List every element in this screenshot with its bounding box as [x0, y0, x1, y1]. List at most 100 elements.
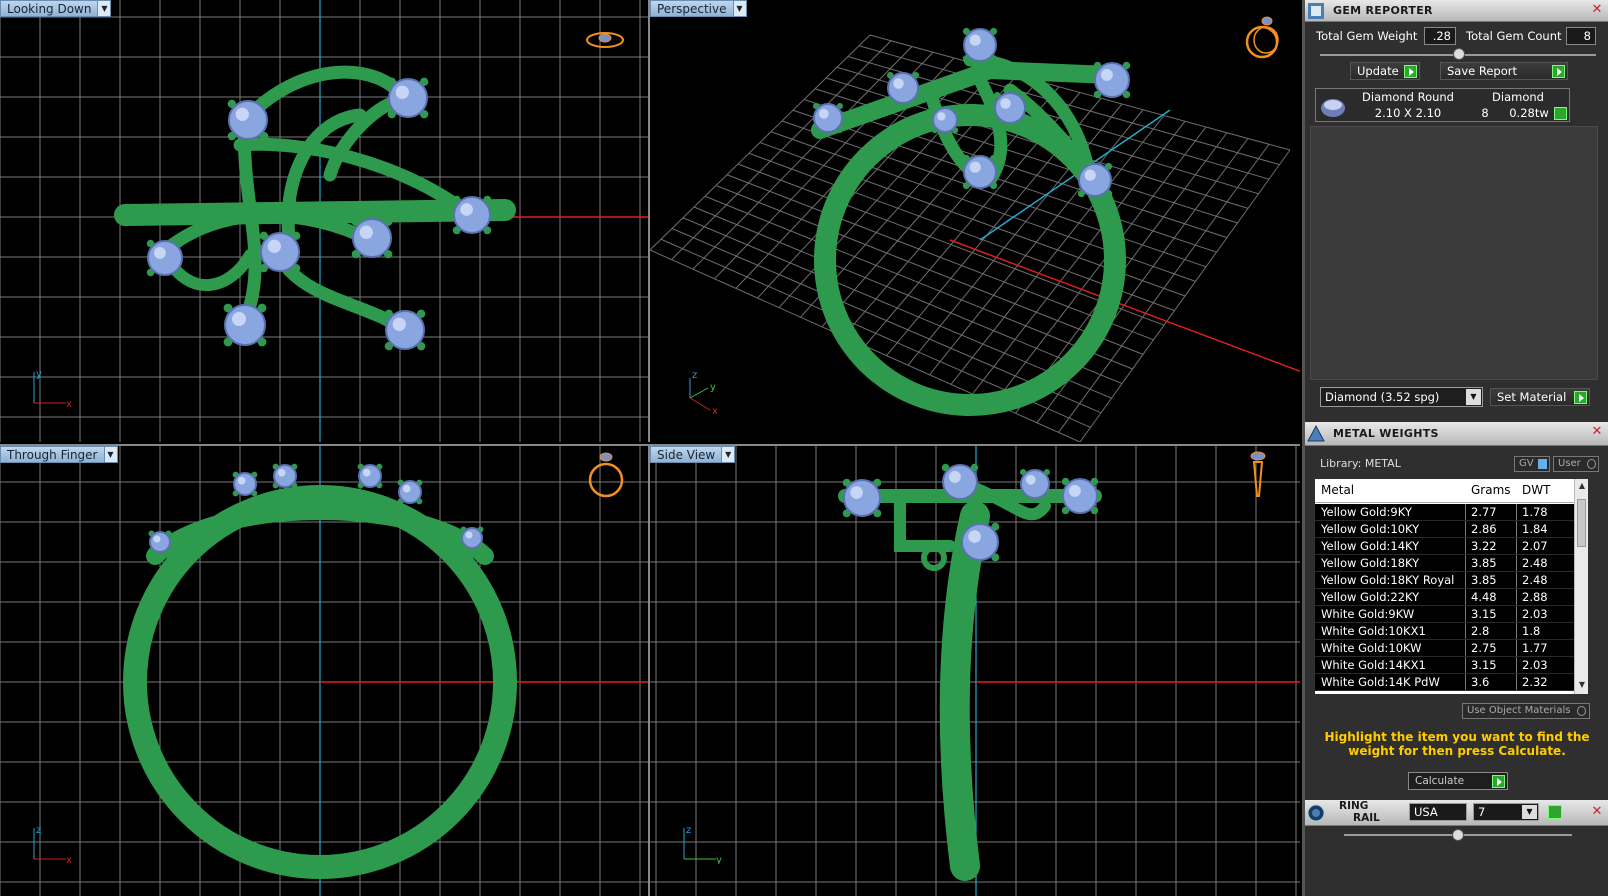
metal-name: Yellow Gold:9KY [1321, 505, 1412, 519]
ring-rail-header: RING RAIL USA 7 ▼ ✕ [1305, 800, 1608, 826]
metal-table-row[interactable]: White Gold:14KX1 3.15 2.03 [1315, 657, 1574, 674]
metal-name: White Gold:10KX1 [1321, 624, 1426, 638]
gem-stone [259, 231, 301, 273]
gv-toggle[interactable]: GV [1514, 456, 1550, 472]
toggle-indicator-icon [1577, 706, 1586, 716]
metal-dwt: 2.48 [1516, 555, 1548, 571]
metal-grams: 2.8 [1465, 623, 1489, 639]
viewport-tab-looking-down[interactable]: Looking Down ▼ [0, 0, 112, 17]
metal-name: White Gold:10KW [1321, 641, 1422, 655]
total-gem-weight-label: Total Gem Weight [1316, 29, 1418, 43]
gem-stone [941, 463, 979, 501]
chevron-down-icon[interactable]: ▼ [1522, 805, 1537, 819]
metal-table-row[interactable]: White Gold:10KW 2.75 1.77 [1315, 640, 1574, 657]
gem-stone [842, 478, 882, 518]
viewport-menu-arrow-icon[interactable]: ▼ [97, 1, 111, 16]
ring-size-select[interactable]: 7 ▼ [1473, 803, 1539, 821]
total-gem-count-label: Total Gem Count [1466, 29, 1562, 43]
gem-list-row[interactable]: Diamond Round Diamond 2.10 X 2.10 8 0.28… [1315, 88, 1570, 122]
gem-size: 2.10 X 2.10 [1374, 106, 1442, 120]
ring-size-country-select[interactable]: USA [1409, 803, 1467, 821]
metal-dwt: 1.8 [1516, 623, 1540, 639]
set-material-button[interactable]: Set Material [1490, 388, 1590, 406]
metal-grams: 3.85 [1465, 572, 1497, 588]
axis-label-y: y [710, 382, 716, 393]
metal-weights-table[interactable]: Metal Grams DWT Yellow Gold:9KY 2.77 1.78 Y… [1315, 479, 1588, 694]
viewport-menu-arrow-icon[interactable]: ▼ [103, 447, 117, 462]
column-header-grams: Grams [1471, 483, 1511, 497]
chevron-down-icon[interactable]: ▼ [1466, 389, 1481, 405]
ring-front-icon [588, 452, 624, 498]
viewport-tab-perspective[interactable]: Perspective ▼ [650, 0, 747, 17]
viewport-through-finger[interactable]: Through Finger ▼ z x [0, 444, 648, 896]
axis-indicator: z y x [689, 370, 718, 417]
go-arrow-icon [1404, 65, 1417, 78]
metal-table-row[interactable]: Yellow Gold:9KY 2.77 1.78 [1315, 504, 1574, 521]
scroll-up-icon[interactable]: ▲ [1577, 481, 1587, 493]
total-gem-weight-field[interactable]: .28 [1424, 27, 1456, 45]
metal-table-body: Yellow Gold:9KY 2.77 1.78 Yellow Gold:10KY 2… [1315, 504, 1574, 691]
viewport-menu-arrow-icon[interactable]: ▼ [721, 447, 735, 462]
close-icon[interactable]: ✕ [1590, 425, 1604, 439]
gem-material-select-value: Diamond (3.52 spg) [1325, 390, 1440, 404]
gem-reporter-slider-knob[interactable] [1453, 48, 1465, 60]
metal-table-row[interactable]: White Gold:14K PdW 3.6 2.32 [1315, 674, 1574, 691]
metal-name: Yellow Gold:14KY [1321, 539, 1420, 553]
metal-weights-icon [1305, 423, 1327, 445]
viewport-tab-through-finger[interactable]: Through Finger ▼ [0, 446, 118, 463]
metal-dwt: 2.03 [1516, 606, 1548, 622]
gem-stone [1093, 61, 1131, 99]
gem-stone [960, 522, 1000, 562]
metal-dwt: 2.07 [1516, 538, 1548, 554]
viewport-side-view[interactable]: Side View ▼ z y [648, 444, 1300, 896]
metal-table-row[interactable]: Yellow Gold:18KY Royal 3.85 2.48 [1315, 572, 1574, 589]
metal-table-row[interactable]: Yellow Gold:14KY 3.22 2.07 [1315, 538, 1574, 555]
library-label: Library: METAL [1320, 457, 1401, 470]
use-object-materials-toggle[interactable]: Use Object Materials [1462, 703, 1590, 719]
gem-count: 8 [1481, 106, 1489, 120]
gem-reporter-title: GEM REPORTER [1333, 4, 1433, 17]
user-toggle[interactable]: User [1553, 456, 1599, 472]
gem-material-select[interactable]: Diamond (3.52 spg) ▼ [1320, 387, 1483, 407]
gv-label: GV [1519, 458, 1534, 469]
viewport-perspective[interactable]: Perspective ▼ z y x [648, 0, 1300, 442]
ring-side-icon [1250, 451, 1266, 497]
axis-label-z: z [692, 370, 697, 381]
axis-indicator: z y [683, 825, 722, 864]
close-icon[interactable]: ✕ [1590, 805, 1604, 819]
column-header-metal: Metal [1321, 483, 1355, 497]
viewport-looking-down[interactable]: Looking Down ▼ y x [0, 0, 648, 442]
metal-table-row[interactable]: Yellow Gold:10KY 2.86 1.84 [1315, 521, 1574, 538]
scroll-down-icon[interactable]: ▼ [1577, 680, 1587, 692]
metal-table-row[interactable]: Yellow Gold:22KY 4.48 2.88 [1315, 589, 1574, 606]
viewport-label: Side View [657, 447, 716, 462]
gem-material: Diamond [1492, 90, 1544, 104]
metal-grams: 3.15 [1465, 606, 1497, 622]
metal-table-row[interactable]: White Gold:9KW 3.15 2.03 [1315, 606, 1574, 623]
metal-table-row[interactable]: Yellow Gold:18KY 3.85 2.48 [1315, 555, 1574, 572]
axis-label-z: z [686, 825, 691, 836]
update-button[interactable]: Update [1350, 62, 1420, 80]
ring-rail-slider-knob[interactable] [1452, 829, 1464, 841]
viewport-menu-arrow-icon[interactable]: ▼ [732, 1, 746, 16]
viewport-tab-side-view[interactable]: Side View ▼ [650, 446, 736, 463]
close-icon[interactable]: ✕ [1590, 3, 1604, 17]
ring-size-value: 7 [1478, 805, 1486, 819]
metal-table-scrollbar[interactable]: ▲ ▼ [1574, 479, 1588, 694]
total-gem-count-field[interactable]: 8 [1566, 27, 1596, 45]
gem-stone [272, 463, 298, 489]
metal-weights-header: METAL WEIGHTS ✕ [1305, 422, 1608, 446]
axis-label-x: x [712, 406, 718, 417]
gem-list-area[interactable] [1310, 126, 1598, 380]
gem-weight: 0.28tw [1509, 106, 1549, 120]
gem-row-go-icon[interactable] [1554, 107, 1567, 120]
ring-rail-icon [1305, 802, 1327, 824]
gem-stone [993, 91, 1027, 125]
metal-table-row[interactable]: White Gold:10KX1 2.8 1.8 [1315, 623, 1574, 640]
scrollbar-thumb[interactable] [1577, 499, 1586, 547]
metal-dwt: 2.88 [1516, 589, 1548, 605]
metal-dwt: 2.32 [1516, 674, 1548, 690]
ring-rail-go-icon[interactable] [1548, 805, 1562, 819]
save-report-button[interactable]: Save Report [1440, 62, 1568, 80]
calculate-button[interactable]: Calculate [1408, 772, 1508, 790]
